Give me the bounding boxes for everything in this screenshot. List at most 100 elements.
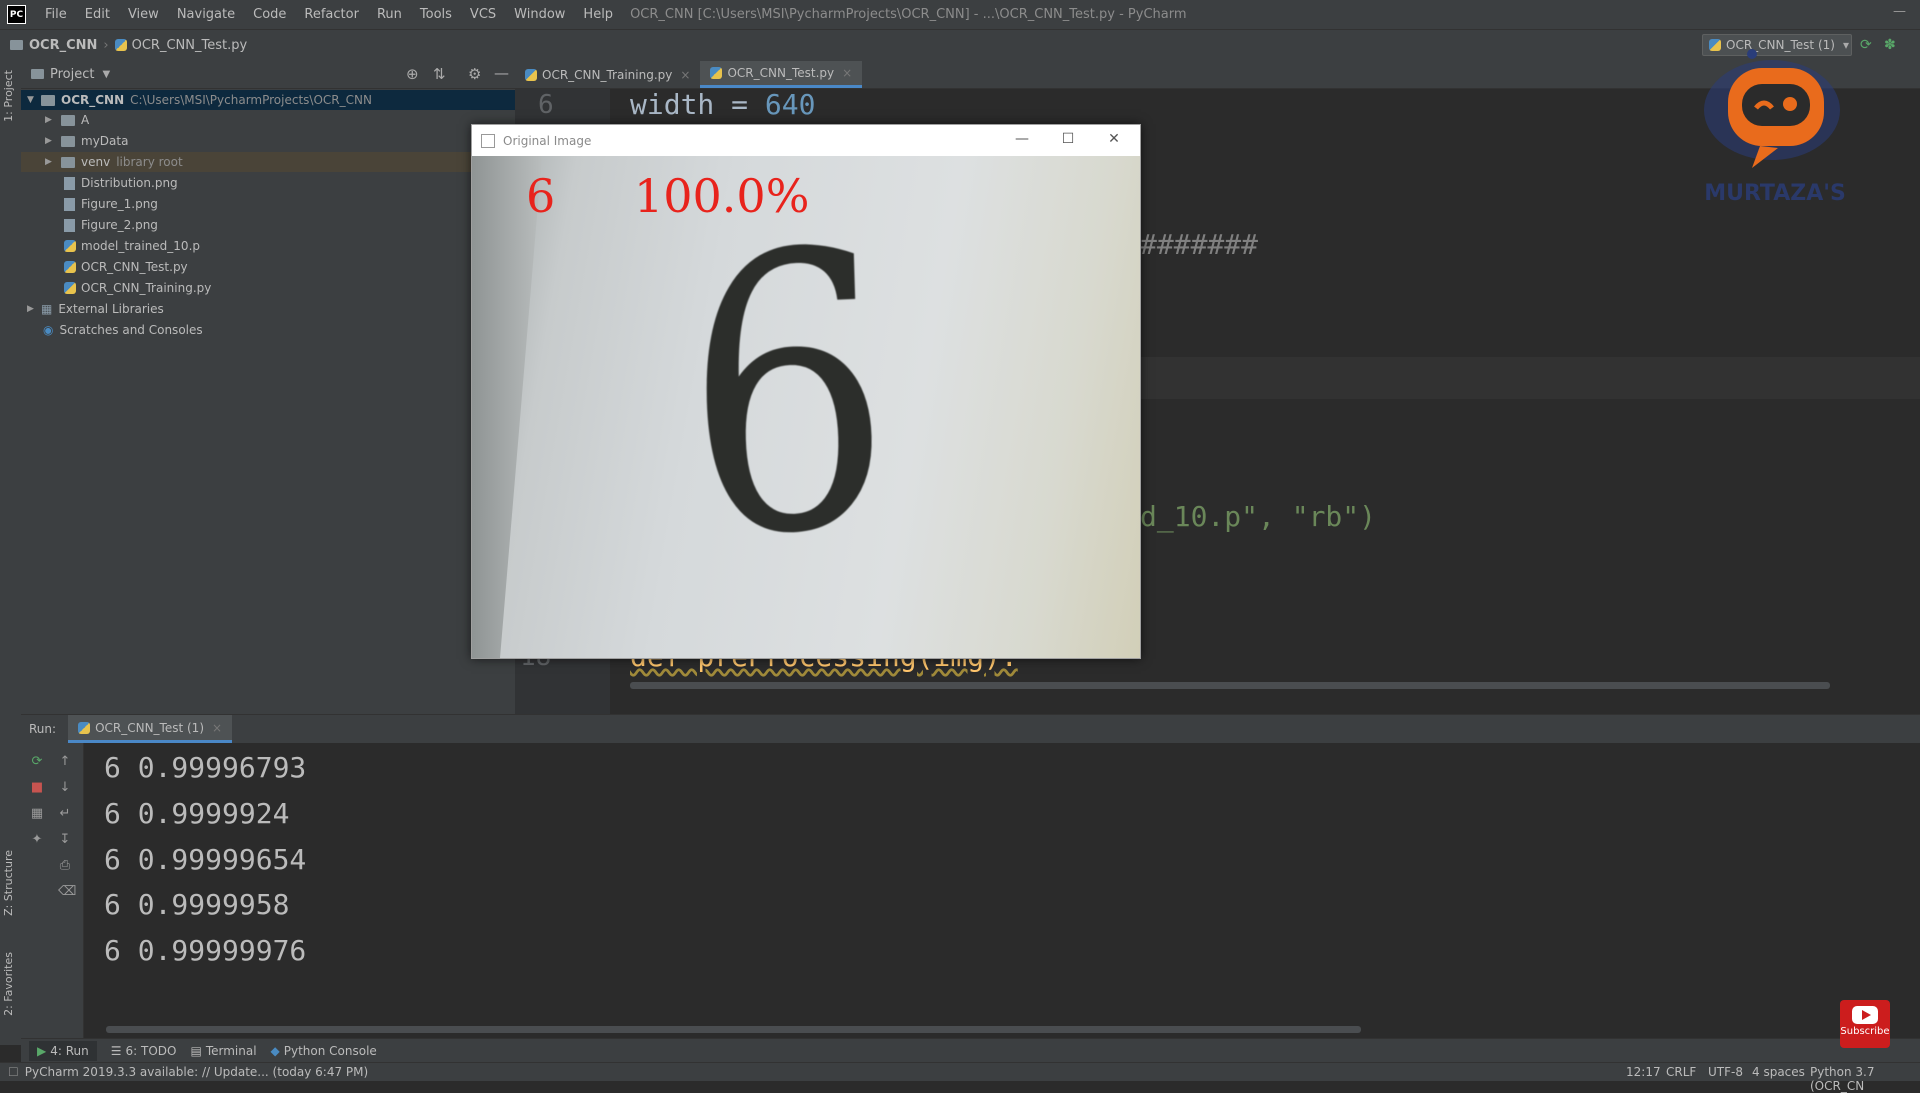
update-notification[interactable]: PyCharm 2019.3.3 available: // Update...…: [25, 1065, 368, 1079]
expand-arrow-icon[interactable]: ▶: [45, 157, 55, 167]
breadcrumb-file[interactable]: OCR_CNN_Test.py: [114, 38, 247, 53]
tab-favorites-vertical[interactable]: 2: Favorites: [2, 952, 15, 1016]
tree-item-test-py[interactable]: OCR_CNN_Test.py: [21, 257, 515, 277]
tab-run-config[interactable]: OCR_CNN_Test (1) ×: [68, 715, 233, 743]
tree-item-a[interactable]: ▶ A: [21, 110, 515, 130]
code-line-6: width = 640: [630, 88, 815, 121]
menu-run[interactable]: Run: [368, 7, 411, 22]
print-icon[interactable]: ⎙: [58, 859, 72, 873]
expand-arrow-icon[interactable]: ▶: [27, 304, 37, 314]
expand-arrow-icon[interactable]: ▶: [45, 136, 55, 146]
editor-horizontal-scrollbar[interactable]: [630, 682, 1830, 689]
menu-vcs[interactable]: VCS: [461, 7, 505, 22]
close-icon[interactable]: ×: [680, 68, 690, 82]
tree-item-model[interactable]: model_trained_10.p: [21, 236, 515, 256]
tree-item-mydata[interactable]: ▶ myData: [21, 131, 515, 151]
breadcrumb-project[interactable]: OCR_CNN: [10, 38, 97, 53]
tree-scratches[interactable]: ◉ Scratches and Consoles: [21, 320, 515, 340]
toolwindow-terminal[interactable]: ▤ Terminal: [190, 1044, 256, 1058]
console-line: 6 0.9999958: [104, 888, 290, 921]
cursor-position[interactable]: 12:17: [1626, 1065, 1661, 1079]
layout-icon[interactable]: ▦: [30, 807, 44, 821]
debug-icon[interactable]: ✽: [1884, 38, 1898, 52]
subscribe-button[interactable]: Subscribe: [1840, 1000, 1890, 1048]
tree-item-distribution[interactable]: Distribution.png: [21, 173, 515, 193]
status-icon: ☐: [8, 1065, 19, 1079]
stop-icon[interactable]: ■: [30, 781, 44, 795]
hide-panel-icon[interactable]: —: [494, 64, 509, 82]
cv-window-titlebar[interactable]: Original Image — ☐ ✕: [472, 125, 1140, 156]
close-icon[interactable]: ✕: [1104, 131, 1124, 149]
list-icon: ☰: [110, 1044, 122, 1058]
console-line: 6 0.99999976: [104, 934, 307, 967]
menu-view[interactable]: View: [119, 7, 168, 22]
image-file-icon: [64, 218, 75, 232]
code-text: width =: [630, 88, 765, 121]
minimize-icon[interactable]: —: [1012, 131, 1032, 149]
chevron-down-icon[interactable]: ▼: [102, 69, 110, 80]
toolwindow-todo[interactable]: ☰ 6: TODO: [111, 1044, 177, 1058]
channel-robot-logo: MURTAZA'S: [1704, 49, 1846, 206]
locate-file-icon[interactable]: ⊕: [406, 65, 419, 83]
folder-icon: [41, 94, 55, 106]
console-horizontal-scrollbar[interactable]: [106, 1026, 1361, 1033]
menu-navigate[interactable]: Navigate: [168, 7, 244, 22]
toolwindow-run[interactable]: ▶ 4: Run: [29, 1041, 97, 1061]
folder-icon: [61, 156, 75, 168]
tab-label: OCR_CNN_Training.py: [542, 67, 673, 82]
logo-text: MURTAZA'S: [1704, 181, 1846, 206]
indent-setting[interactable]: 4 spaces: [1752, 1065, 1805, 1079]
project-panel-header: Project ▼ ⊕ ⇅ ⚙ —: [21, 60, 515, 89]
close-icon[interactable]: ×: [212, 721, 222, 735]
handwritten-digit: 6: [678, 169, 898, 622]
menu-refactor[interactable]: Refactor: [295, 7, 368, 22]
tree-item-figure2[interactable]: Figure_2.png: [21, 215, 515, 235]
tab-training-py[interactable]: OCR_CNN_Training.py ×: [515, 61, 700, 88]
tree-item-note: library root: [116, 155, 183, 169]
tree-item-venv[interactable]: ▶ venv library root: [21, 152, 515, 172]
menu-help[interactable]: Help: [574, 7, 622, 22]
scroll-to-end-icon[interactable]: ↧: [58, 833, 72, 847]
python-icon: ◆: [270, 1044, 280, 1058]
left-tool-strip: 1: Project Z: Structure 2: Favorites: [0, 60, 22, 1045]
tree-external-libraries[interactable]: ▶ ▦ External Libraries: [21, 299, 515, 319]
gear-icon[interactable]: ⚙: [468, 65, 481, 83]
tree-root[interactable]: ▼ OCR_CNN C:\Users\MSI\PycharmProjects\O…: [21, 90, 515, 110]
tree-item-label: myData: [81, 134, 129, 148]
python-interpreter[interactable]: Python 3.7 (OCR_CN: [1810, 1065, 1920, 1093]
rerun-icon[interactable]: ⟳: [30, 755, 44, 769]
toolwindow-python-console[interactable]: ◆ Python Console: [271, 1044, 377, 1058]
menu-edit[interactable]: Edit: [76, 7, 119, 22]
expand-arrow-icon[interactable]: ▼: [27, 95, 37, 105]
python-file-icon: [64, 261, 76, 273]
pin-icon[interactable]: ✦: [30, 833, 44, 847]
image-file-icon: [64, 176, 75, 190]
console-output[interactable]: 6 0.99996793 6 0.9999924 6 0.99999654 6 …: [84, 743, 1920, 1045]
folder-icon: [61, 114, 75, 126]
arrow-down-icon[interactable]: ↓: [58, 781, 72, 795]
line-separator[interactable]: CRLF: [1666, 1065, 1696, 1079]
expand-arrow-icon[interactable]: ▶: [45, 115, 55, 125]
tab-structure-vertical[interactable]: Z: Structure: [2, 850, 15, 916]
menu-tools[interactable]: Tools: [411, 7, 461, 22]
console-line: 6 0.99996793: [104, 751, 307, 784]
file-encoding[interactable]: UTF-8: [1708, 1065, 1743, 1079]
soft-wrap-icon[interactable]: ↵: [58, 807, 72, 821]
collapse-all-icon[interactable]: ⇅: [433, 65, 446, 83]
menu-code[interactable]: Code: [244, 7, 295, 22]
tree-item-training-py[interactable]: OCR_CNN_Training.py: [21, 278, 515, 298]
tab-test-py[interactable]: OCR_CNN_Test.py ×: [700, 61, 863, 88]
arrow-up-icon[interactable]: ↑: [58, 755, 72, 769]
tree-item-label: A: [81, 113, 90, 127]
menu-file[interactable]: File: [36, 7, 76, 22]
project-panel-title[interactable]: Project: [50, 67, 94, 82]
navigation-bar: OCR_CNN › OCR_CNN_Test.py: [0, 29, 1920, 61]
toolwindow-label: 6: TODO: [125, 1044, 177, 1058]
menu-window[interactable]: Window: [505, 7, 574, 22]
maximize-icon[interactable]: ☐: [1058, 131, 1078, 149]
minimize-icon[interactable]: —: [1893, 4, 1906, 19]
trash-icon[interactable]: ⌫: [58, 885, 76, 899]
tab-project-vertical[interactable]: 1: Project: [2, 70, 15, 122]
tree-item-figure1[interactable]: Figure_1.png: [21, 194, 515, 214]
close-icon[interactable]: ×: [842, 66, 852, 80]
